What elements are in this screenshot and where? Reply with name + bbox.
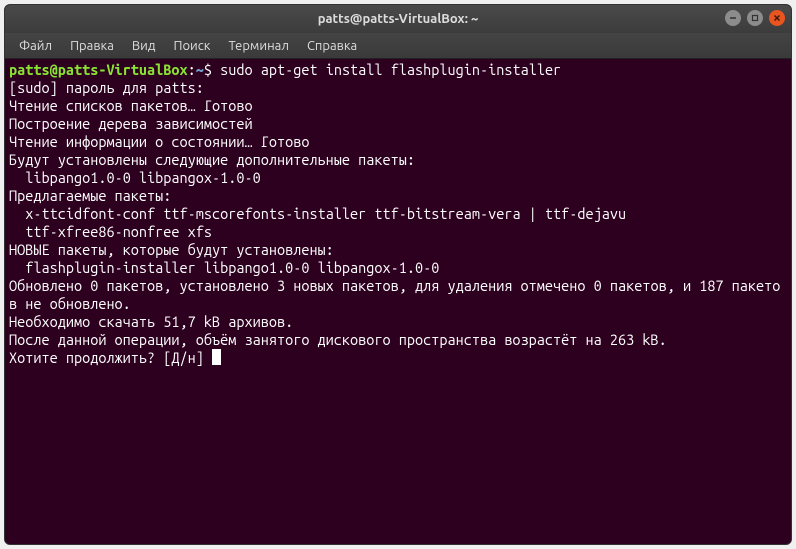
output-line: После данной операции, объём занятого ди… xyxy=(9,331,667,348)
maximize-button[interactable] xyxy=(747,10,763,26)
output-line: Обновлено 0 пакетов, установлено 3 новых… xyxy=(9,277,780,312)
minimize-icon xyxy=(729,14,737,22)
output-line: ttf-xfree86-nonfree xfs xyxy=(9,223,212,240)
cursor xyxy=(212,349,221,365)
menubar: Файл Правка Вид Поиск Терминал Справка xyxy=(5,33,791,59)
menu-edit[interactable]: Правка xyxy=(62,36,122,56)
output-line: НОВЫЕ пакеты, которые будут установлены: xyxy=(9,241,334,258)
prompt-user-host: patts@patts-VirtualBox xyxy=(9,61,188,78)
prompt-colon: : xyxy=(188,61,196,78)
minimize-button[interactable] xyxy=(725,10,741,26)
window-controls xyxy=(725,10,785,26)
menu-terminal[interactable]: Терминал xyxy=(220,36,296,56)
close-icon xyxy=(773,14,781,22)
close-button[interactable] xyxy=(769,10,785,26)
output-line: Чтение информации о состоянии… Готово xyxy=(9,133,309,150)
titlebar[interactable]: patts@patts-VirtualBox: ~ xyxy=(5,5,791,33)
output-line: Будут установлены следующие дополнительн… xyxy=(9,151,415,168)
window-title: patts@patts-VirtualBox: ~ xyxy=(318,12,479,26)
menu-view[interactable]: Вид xyxy=(124,36,164,56)
menu-file[interactable]: Файл xyxy=(11,36,60,56)
prompt-path: ~ xyxy=(196,61,204,78)
output-line: [sudo] пароль для patts: xyxy=(9,79,204,96)
output-prompt-continue: Хотите продолжить? [Д/н] xyxy=(9,349,212,366)
output-line: libpango1.0-0 libpangox-1.0-0 xyxy=(9,169,261,186)
output-line: flashplugin-installer libpango1.0-0 libp… xyxy=(9,259,439,276)
output-line: Чтение списков пакетов… Готово xyxy=(9,97,253,114)
menu-search[interactable]: Поиск xyxy=(165,36,218,56)
terminal-area[interactable]: patts@patts-VirtualBox:~$ sudo apt-get i… xyxy=(5,59,791,544)
output-line: Построение дерева зависимостей xyxy=(9,115,253,132)
maximize-icon xyxy=(751,14,759,22)
prompt-dollar: $ xyxy=(204,61,220,78)
output-line: Необходимо скачать 51,7 kB архивов. xyxy=(9,313,293,330)
terminal-window: patts@patts-VirtualBox: ~ Файл Правка Ви… xyxy=(4,4,792,545)
menu-help[interactable]: Справка xyxy=(299,36,365,56)
command-text: sudo apt-get install flashplugin-install… xyxy=(220,61,561,78)
output-line: Предлагаемые пакеты: xyxy=(9,187,171,204)
output-line: x-ttcidfont-conf ttf-mscorefonts-install… xyxy=(9,205,626,222)
